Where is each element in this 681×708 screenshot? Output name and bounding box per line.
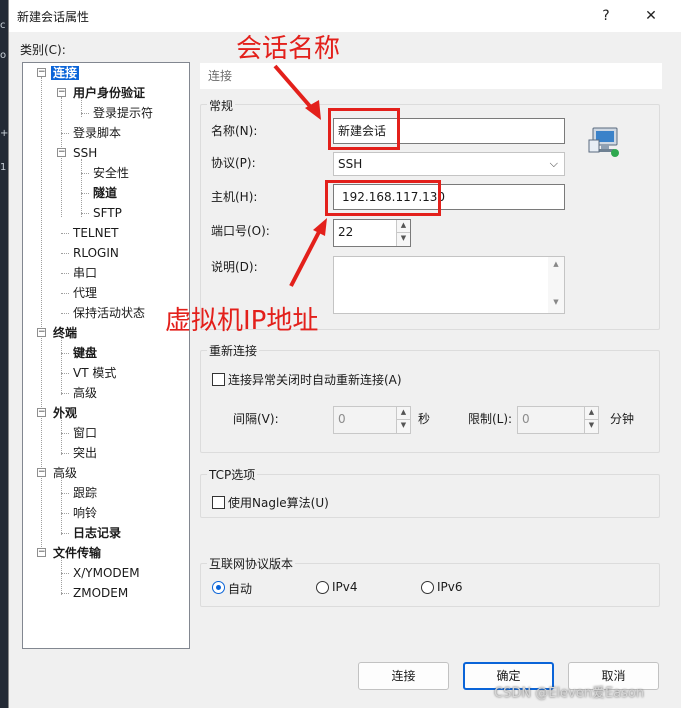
tcp-legend: TCP选项 (207, 466, 258, 483)
nagle-checkbox[interactable] (212, 496, 225, 509)
desktop-background: c o + 1 (0, 0, 8, 708)
session-properties-dialog: 新建会话属性 ? ✕ 类别(C): − 连接 − 用户身份验证 登录提示符 登录… (8, 0, 681, 708)
tree-item-file-transfer[interactable]: 文件传输 (53, 543, 101, 563)
tree-item-auth[interactable]: 用户身份验证 (73, 83, 145, 103)
reconnect-group (200, 350, 660, 453)
port-value: 22 (338, 225, 354, 239)
tree-item-security[interactable]: 安全性 (93, 163, 129, 183)
interval-spinner[interactable]: ▲ ▼ (396, 407, 410, 433)
auto-reconnect-label: 连接异常关闭时自动重新连接(A) (228, 373, 402, 387)
tree-item-connection[interactable]: 连接 (51, 63, 80, 83)
tree-item-serial[interactable]: 串口 (73, 263, 97, 283)
tree-item-keyboard[interactable]: 键盘 (73, 343, 97, 363)
annotation-host-ip: 虚拟机IP地址 (165, 306, 319, 336)
tree-item-vt-mode[interactable]: VT 模式 (73, 363, 116, 383)
tree-item-keepalive[interactable]: 保持活动状态 (73, 303, 145, 323)
ipv6-label: IPv6 (437, 580, 463, 594)
tree-item-sftp[interactable]: SFTP (93, 203, 122, 223)
tree-item-terminal[interactable]: 终端 (53, 323, 77, 343)
collapse-icon[interactable]: − (37, 468, 46, 477)
host-label: 主机(H): (211, 190, 258, 204)
tree-item-rlogin[interactable]: RLOGIN (73, 243, 119, 263)
interval-unit: 秒 (418, 412, 431, 426)
protocol-select[interactable]: SSH ⌵ (333, 152, 565, 176)
interval-value: 0 (338, 412, 346, 426)
tree-item-bell[interactable]: 响铃 (73, 503, 97, 523)
desc-label: 说明(D): (211, 260, 258, 274)
general-legend: 常规 (207, 97, 236, 114)
spin-up-icon[interactable]: ▲ (397, 220, 410, 233)
tree-item-label: 连接 (51, 66, 80, 80)
annotation-arrow-host (289, 218, 327, 287)
annotation-box-name (328, 108, 400, 150)
tree-item-tunnel[interactable]: 隧道 (93, 183, 117, 203)
watermark: CSDN @Eleven爱Eason (494, 686, 645, 701)
limit-label: 限制(L): (468, 412, 513, 426)
tree-item-xymodem[interactable]: X/YMODEM (73, 563, 140, 583)
tree-item-ssh[interactable]: SSH (73, 143, 97, 163)
spin-up-icon[interactable]: ▲ (585, 407, 598, 420)
collapse-icon[interactable]: − (57, 148, 66, 157)
ip-version-legend: 互联网协议版本 (207, 555, 296, 572)
collapse-icon[interactable]: − (37, 328, 46, 337)
title-bar: 新建会话属性 ? ✕ (9, 0, 681, 32)
spin-down-icon[interactable]: ▼ (397, 233, 410, 246)
nagle-label: 使用Nagle算法(U) (228, 496, 329, 510)
window-title: 新建会话属性 (17, 10, 90, 24)
collapse-icon[interactable]: − (37, 408, 46, 417)
port-label: 端口号(O): (211, 224, 270, 238)
desktop-char: o (0, 50, 7, 61)
reconnect-legend: 重新连接 (207, 342, 260, 359)
tree-item-proxy[interactable]: 代理 (73, 283, 97, 303)
close-button[interactable]: ✕ (637, 4, 665, 28)
limit-unit: 分钟 (610, 412, 635, 426)
ipv4-label: IPv4 (332, 580, 358, 594)
limit-value: 0 (522, 412, 530, 426)
connect-button[interactable]: 连接 (358, 662, 449, 690)
protocol-label: 协议(P): (211, 156, 256, 170)
limit-input[interactable]: 0 ▲ ▼ (517, 406, 599, 434)
auto-reconnect-checkbox[interactable] (212, 373, 225, 386)
interval-label: 间隔(V): (233, 412, 279, 426)
protocol-value: SSH (338, 157, 363, 171)
chevron-down-icon: ⌵ (549, 157, 558, 170)
session-computer-icon (588, 126, 622, 158)
tree-item-terminal-advanced[interactable]: 高级 (73, 383, 97, 403)
collapse-icon[interactable]: − (57, 88, 66, 97)
collapse-icon[interactable]: − (37, 68, 46, 77)
limit-spinner[interactable]: ▲ ▼ (584, 407, 598, 433)
port-input[interactable]: 22 ▲ ▼ (333, 219, 411, 247)
tree-item-appearance[interactable]: 外观 (53, 403, 77, 423)
category-label: 类别(C): (20, 43, 66, 57)
category-tree[interactable]: − 连接 − 用户身份验证 登录提示符 登录脚本 − SSH 安全性 隧道 SF… (22, 62, 190, 649)
desktop-char: 1 (0, 162, 7, 173)
tree-item-window[interactable]: 窗口 (73, 423, 97, 443)
tree-item-zmodem[interactable]: ZMODEM (73, 583, 128, 603)
spin-up-icon[interactable]: ▲ (397, 407, 410, 420)
textarea-scrollbar[interactable]: ▲ ▼ (548, 257, 564, 313)
tree-item-highlight[interactable]: 突出 (73, 443, 97, 463)
desktop-char: c (0, 20, 6, 31)
name-label: 名称(N): (211, 124, 258, 138)
annotation-box-host (325, 180, 441, 216)
ip-auto-radio[interactable] (212, 581, 225, 594)
spin-down-icon[interactable]: ▼ (585, 420, 598, 433)
tree-item-login-script[interactable]: 登录脚本 (73, 123, 121, 143)
help-button[interactable]: ? (592, 4, 620, 28)
tree-item-login-prompt[interactable]: 登录提示符 (93, 103, 153, 123)
spin-down-icon[interactable]: ▼ (397, 420, 410, 433)
tree-item-trace[interactable]: 跟踪 (73, 483, 97, 503)
ip-auto-label: 自动 (228, 582, 253, 596)
collapse-icon[interactable]: − (37, 548, 46, 557)
tree-item-advanced[interactable]: 高级 (53, 463, 77, 483)
description-textarea[interactable]: ▲ ▼ (333, 256, 565, 314)
tree-item-logging[interactable]: 日志记录 (73, 523, 121, 543)
annotation-arrow-name (273, 64, 321, 120)
ipv6-radio[interactable] (421, 581, 434, 594)
port-spinner[interactable]: ▲ ▼ (396, 220, 410, 246)
tree-item-telnet[interactable]: TELNET (73, 223, 119, 243)
ipv4-radio[interactable] (316, 581, 329, 594)
interval-input[interactable]: 0 ▲ ▼ (333, 406, 411, 434)
